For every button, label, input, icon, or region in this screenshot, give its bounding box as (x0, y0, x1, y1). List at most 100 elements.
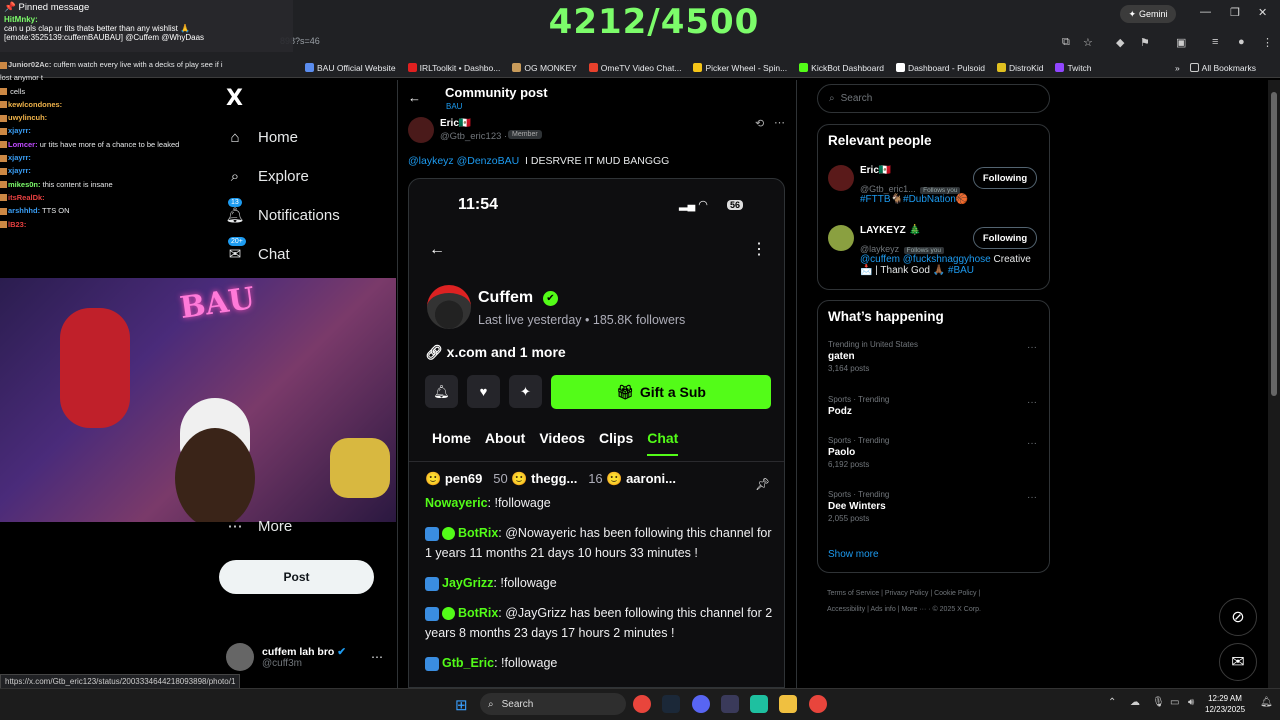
bio-mid: 🐐 (890, 194, 904, 205)
phone-chat-message: BotRix: @Nowayeric has been following th… (425, 523, 775, 563)
restore-icon[interactable]: ❐ (1230, 6, 1240, 19)
account-more-icon[interactable]: ⋯ (371, 650, 383, 664)
bookmark-favicon-icon (588, 63, 598, 72)
author-handle[interactable]: @Gtb_eric123 (440, 131, 501, 142)
bookmark-item[interactable]: Picker Wheel - Spin... (693, 63, 787, 73)
account-switcher[interactable]: cuffem lah bro ✔ @cuff3m (226, 643, 346, 671)
chat-icon: ✉ 20+ (226, 237, 246, 263)
show-more-link[interactable]: Show more (828, 549, 879, 560)
community-name[interactable]: BAU (446, 102, 462, 111)
scrollbar-thumb[interactable] (1271, 92, 1277, 396)
trend-item[interactable]: Sports · Trending Dee Winters 2,055 posts (828, 490, 889, 523)
person-avatar[interactable] (828, 225, 854, 251)
bookmark-label: Twitch (1067, 62, 1092, 73)
following-button[interactable]: Following (973, 227, 1037, 249)
trend-item[interactable]: Trending in United States gaten 3,164 post… (828, 340, 918, 373)
app-icon[interactable] (721, 695, 739, 713)
bookmark-item[interactable]: OmeTV Video Chat... (588, 63, 681, 73)
top-gifter-2: thegg... (531, 471, 578, 486)
trend-more-icon[interactable]: ··· (1027, 492, 1037, 503)
nav-chat[interactable]: ✉ 20+ Chat (226, 237, 290, 263)
bio-tags[interactable]: @cuffem @fuckshnaggyhose (860, 254, 991, 265)
onedrive-icon[interactable]: ☁ (1130, 697, 1140, 708)
stream-chat-line: xjayrr: (0, 151, 230, 164)
nav-explore[interactable]: ⌕ Explore (226, 167, 309, 185)
kebab-menu-icon[interactable]: ⋮ (1262, 36, 1273, 49)
page-title: Community post (445, 85, 548, 100)
trend-item[interactable]: Sports · Trending Podz (828, 395, 889, 419)
post-mentions[interactable]: @laykeyz @DenzoBAU (408, 155, 519, 167)
close-icon[interactable]: ✕ (1258, 6, 1267, 19)
notification-icon[interactable]: 🔔︎ (1260, 697, 1273, 708)
bookmark-item[interactable]: DistroKid (996, 63, 1043, 73)
bookmark-item[interactable]: Dashboard - Pulsoid (895, 63, 985, 73)
bookmark-item[interactable]: BAU Official Website (305, 63, 396, 73)
bio-tag[interactable]: #DubNation (903, 194, 956, 205)
chat-badge-icon (0, 194, 7, 202)
chat-username: xjayrr: (8, 153, 31, 163)
taskbar-search[interactable]: ⌕ Search (480, 693, 626, 715)
trend-more-icon[interactable]: ··· (1027, 397, 1037, 408)
grok-icon[interactable]: ⟲ (755, 117, 764, 130)
install-icon[interactable]: ⧉ (1062, 36, 1070, 49)
author-name[interactable]: Eric🇲🇽 (440, 118, 471, 129)
trend-more-icon[interactable]: ··· (1027, 438, 1037, 449)
extensions-puzzle-icon[interactable]: ⚑ (1140, 36, 1150, 49)
bookmark-item[interactable]: IRLToolkit • Dashbo... (407, 63, 500, 73)
bookmarks-overflow-icon[interactable]: » (1175, 63, 1180, 73)
person-handle[interactable]: @Gtb_eric1... (860, 184, 916, 194)
bookmark-item[interactable]: KickBot Dashboard (799, 63, 884, 73)
person-name[interactable]: Eric🇲🇽 (860, 165, 891, 176)
following-button[interactable]: Following (973, 167, 1037, 189)
trend-item[interactable]: Sports · Trending Paolo 6,192 posts (828, 436, 889, 469)
notifications-badge: 13 (228, 198, 242, 207)
bio-tag[interactable]: #BAU (948, 265, 974, 276)
nav-notifications[interactable]: 🔔︎ 13 Notifications (225, 198, 340, 224)
bookmark-item[interactable]: Twitch (1055, 62, 1092, 73)
person-handle[interactable]: @laykeyz (860, 244, 899, 254)
nav-home[interactable]: ⌂ Home (226, 128, 298, 146)
sidepanel-icon[interactable]: ▣ (1176, 36, 1186, 49)
tray-chevron-icon[interactable]: ⌃ (1108, 697, 1116, 708)
clock[interactable]: 12:29 AM 12/23/2025 (1205, 693, 1245, 715)
post-more-icon[interactable]: ⋯ (774, 116, 785, 129)
back-arrow-icon[interactable]: ← (408, 90, 421, 105)
search-input[interactable]: ⌕ Search (817, 84, 1050, 113)
steam-icon[interactable] (662, 695, 680, 713)
network-icon[interactable]: ▭ (1170, 697, 1179, 708)
person-avatar[interactable] (828, 165, 854, 191)
file-explorer-icon[interactable] (779, 695, 797, 713)
nav-more[interactable]: ⋯ More (226, 517, 293, 536)
post-image[interactable]: 11:54 ▂▄ ◠ 56 ← ⋮ Cuffem ✔ Last live yes… (408, 178, 785, 688)
person-name[interactable]: LAYKEYZ 🎄 (860, 225, 921, 236)
chat-badge: 20+ (228, 237, 246, 246)
footer-line-2[interactable]: Accessibility | Ads info | More ··· · © … (827, 602, 1047, 618)
bio-tags[interactable]: #FTTB (860, 194, 891, 205)
windows-start-icon[interactable]: ⊞ (455, 696, 468, 714)
bookmark-star-icon[interactable]: ☆ (1083, 36, 1093, 49)
search-icon: ⌕ (829, 93, 835, 104)
phone-back-icon: ← (429, 241, 445, 258)
gemini-button[interactable]: ✦ Gemini (1120, 5, 1176, 23)
trend-more-icon[interactable]: ··· (1027, 342, 1037, 353)
volume-icon[interactable]: 🔊︎ (1188, 697, 1194, 708)
bookmark-favicon-icon (1055, 63, 1065, 72)
grok-fab-icon[interactable]: ⊘ (1219, 598, 1257, 636)
footer-line-1[interactable]: Terms of Service | Privacy Policy | Cook… (827, 586, 1047, 602)
app2-icon[interactable] (750, 695, 768, 713)
post-button[interactable]: Post (219, 560, 374, 594)
minimize-icon[interactable]: — (1200, 6, 1211, 18)
chat-username: arshhhd: (8, 206, 41, 216)
extension-icon[interactable]: ◆ (1116, 36, 1124, 49)
chrome-icon[interactable] (633, 695, 651, 713)
bookmark-item[interactable]: OG MONKEY (512, 63, 577, 73)
author-avatar[interactable] (408, 117, 434, 143)
profile-avatar-icon[interactable]: ● (1238, 36, 1245, 48)
chrome2-icon[interactable] (809, 695, 827, 713)
discord-icon[interactable] (692, 695, 710, 713)
menu-lines-icon[interactable]: ≡ (1212, 36, 1218, 48)
x-logo-icon[interactable]: X (226, 86, 243, 111)
messages-fab-icon[interactable]: ✉ (1219, 643, 1257, 681)
all-bookmarks[interactable]: All Bookmarks (1189, 63, 1256, 73)
mic-icon[interactable]: 🎙︎ (1152, 697, 1165, 708)
